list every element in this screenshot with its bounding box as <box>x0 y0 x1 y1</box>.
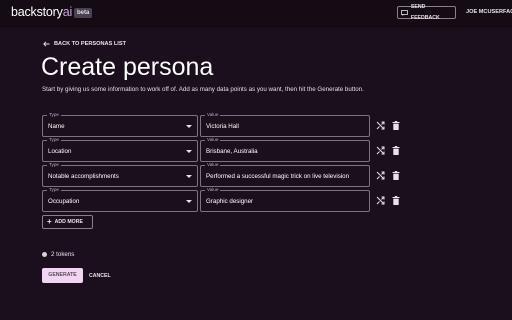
type-label: Type <box>47 137 61 143</box>
value-label: Value <box>205 162 221 168</box>
send-feedback-button[interactable]: SEND FEEDBACK <box>397 4 456 21</box>
page-title: Create persona <box>41 53 214 81</box>
type-value: Notable accomplishments <box>48 173 119 180</box>
value-input[interactable]: Value Performed a successful magic trick… <box>200 162 370 187</box>
type-label: Type <box>47 112 61 118</box>
feedback-icon <box>401 9 408 16</box>
value-label: Value <box>205 137 221 143</box>
token-count: 2 tokens <box>42 251 74 258</box>
plus-icon: + <box>47 217 52 226</box>
back-to-personas-link[interactable]: BACK TO PERSONAS LIST <box>43 41 126 47</box>
caret-down-icon <box>186 200 192 203</box>
value-input[interactable]: Value Brisbane, Australia <box>200 137 370 162</box>
logo-text: backstory <box>11 5 63 19</box>
type-value: Location <box>48 148 72 155</box>
trash-icon[interactable] <box>392 196 400 205</box>
data-point-row: Type Location Value Brisbane, Australia <box>42 137 412 162</box>
type-select[interactable]: Type Location <box>42 137 198 162</box>
add-more-button[interactable]: + ADD MORE <box>42 215 93 229</box>
value-text: Victoria Hall <box>206 123 239 130</box>
cancel-button[interactable]: CANCEL <box>89 273 111 279</box>
shuffle-icon[interactable] <box>376 121 385 130</box>
trash-icon[interactable] <box>392 121 400 130</box>
logo-accent: ai <box>62 5 73 19</box>
app-logo[interactable]: backstoryai <box>11 5 72 19</box>
shuffle-icon[interactable] <box>376 171 385 180</box>
type-select[interactable]: Type Notable accomplishments <box>42 162 198 187</box>
caret-down-icon <box>186 175 192 178</box>
arrow-left-icon <box>43 41 50 47</box>
data-point-row: Type Occupation Value Graphic designer <box>42 187 412 212</box>
back-label: BACK TO PERSONAS LIST <box>54 41 127 47</box>
user-menu[interactable]: JOE MCUSERFACE <box>466 9 512 15</box>
top-bar: backstoryai beta SEND FEEDBACK JOE MCUSE… <box>0 0 512 26</box>
caret-down-icon <box>186 125 192 128</box>
type-label: Type <box>47 187 61 193</box>
value-text: Brisbane, Australia <box>206 148 258 155</box>
type-label: Type <box>47 162 61 168</box>
data-point-row: Type Notable accomplishments Value Perfo… <box>42 162 412 187</box>
caret-down-icon <box>186 150 192 153</box>
type-value: Name <box>48 123 65 130</box>
value-text: Graphic designer <box>206 198 254 205</box>
send-feedback-label: SEND FEEDBACK <box>410 3 440 21</box>
shuffle-icon[interactable] <box>376 146 385 155</box>
shuffle-icon[interactable] <box>376 196 385 205</box>
value-input[interactable]: Value Victoria Hall <box>200 112 370 137</box>
token-dot-icon <box>42 252 47 257</box>
value-label: Value <box>205 112 221 118</box>
beta-badge: beta <box>74 8 93 18</box>
trash-icon[interactable] <box>392 146 400 155</box>
intro-text: Start by giving us some information to w… <box>42 86 364 93</box>
add-more-label: ADD MORE <box>54 219 83 225</box>
type-select[interactable]: Type Name <box>42 112 198 137</box>
tokens-label: 2 tokens <box>51 251 75 258</box>
type-value: Occupation <box>48 198 80 205</box>
value-text: Performed a successful magic trick on li… <box>206 173 350 180</box>
value-input[interactable]: Value Graphic designer <box>200 187 370 212</box>
generate-button[interactable]: GENERATE <box>42 268 83 283</box>
trash-icon[interactable] <box>392 171 400 180</box>
type-select[interactable]: Type Occupation <box>42 187 198 212</box>
data-point-row: Type Name Value Victoria Hall <box>42 112 412 137</box>
value-label: Value <box>205 187 221 193</box>
